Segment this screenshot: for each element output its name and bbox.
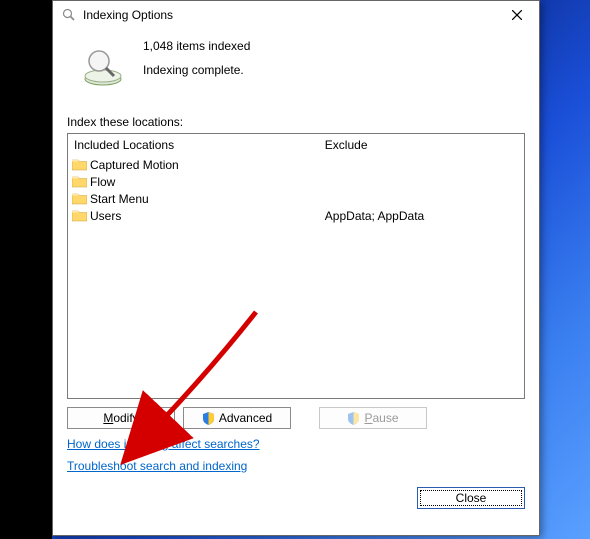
indexing-options-dialog: Indexing Options bbox=[52, 0, 540, 536]
modify-mnemonic: M bbox=[103, 411, 113, 425]
advanced-button[interactable]: Advanced bbox=[183, 407, 291, 429]
button-row: Modify Advanced bbox=[67, 407, 525, 429]
index-locations-label: Index these locations: bbox=[67, 115, 525, 129]
column-header-exclude[interactable]: Exclude bbox=[323, 136, 520, 156]
location-row[interactable]: Start Menu bbox=[72, 190, 315, 207]
location-row[interactable]: Users bbox=[72, 207, 315, 224]
window-close-button[interactable] bbox=[495, 1, 539, 29]
folder-icon bbox=[72, 158, 87, 171]
close-button[interactable]: Close bbox=[417, 487, 525, 509]
dialog-body: 1,048 items indexed Indexing complete. I… bbox=[53, 29, 539, 519]
location-name: Start Menu bbox=[90, 192, 149, 206]
status-area: 1,048 items indexed Indexing complete. bbox=[67, 35, 525, 99]
window-title: Indexing Options bbox=[83, 8, 495, 22]
troubleshoot-link[interactable]: Troubleshoot search and indexing bbox=[67, 459, 247, 473]
folder-icon bbox=[72, 192, 87, 205]
indexing-drive-icon bbox=[81, 43, 125, 90]
modify-button[interactable]: Modify bbox=[67, 407, 175, 429]
shield-icon bbox=[347, 412, 360, 425]
location-name: Flow bbox=[90, 175, 115, 189]
left-black-strip bbox=[0, 0, 52, 539]
folder-icon bbox=[72, 175, 87, 188]
exclude-cell: AppData; AppData bbox=[323, 207, 520, 224]
locations-list[interactable]: Included Locations Captured Motion Flow St… bbox=[67, 133, 525, 399]
location-name: Users bbox=[90, 209, 121, 223]
magnifier-icon bbox=[61, 7, 77, 23]
advanced-label: Advanced bbox=[219, 411, 272, 425]
desktop-background: Indexing Options bbox=[0, 0, 590, 539]
exclude-cell bbox=[323, 173, 520, 190]
exclude-cell bbox=[323, 190, 520, 207]
column-header-included[interactable]: Included Locations bbox=[72, 136, 315, 156]
shield-icon bbox=[202, 412, 215, 425]
how-indexing-link[interactable]: How does indexing affect searches? bbox=[67, 437, 260, 451]
items-indexed-text: 1,048 items indexed bbox=[143, 39, 250, 53]
location-row[interactable]: Captured Motion bbox=[72, 156, 315, 173]
close-icon bbox=[512, 10, 522, 20]
indexing-state-text: Indexing complete. bbox=[143, 63, 250, 77]
exclude-cell bbox=[323, 156, 520, 173]
location-name: Captured Motion bbox=[90, 158, 179, 172]
folder-icon bbox=[72, 209, 87, 222]
location-row[interactable]: Flow bbox=[72, 173, 315, 190]
title-bar: Indexing Options bbox=[53, 1, 539, 29]
pause-button: Pause bbox=[319, 407, 427, 429]
